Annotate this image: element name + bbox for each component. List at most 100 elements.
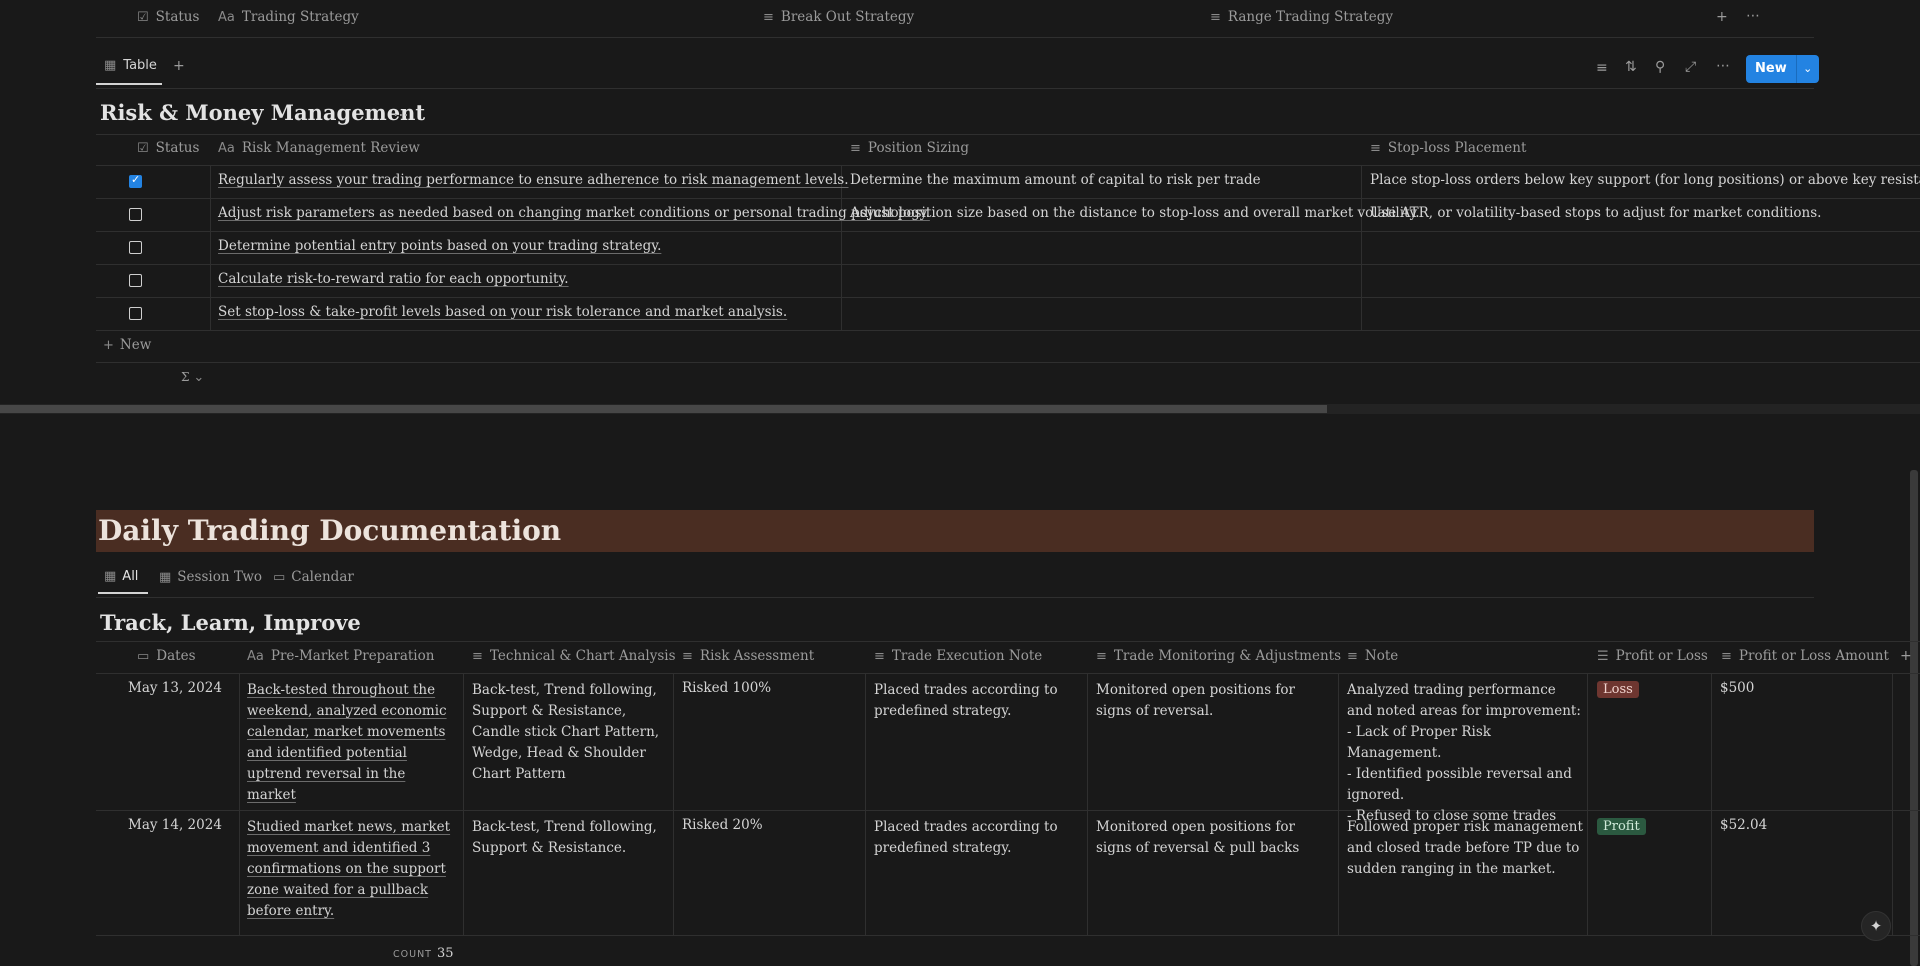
sort-icon[interactable]: ⇅ bbox=[1625, 59, 1637, 75]
daily-section-title: Track, Learn, Improve bbox=[100, 610, 361, 635]
daily-banner-title: Daily Trading Documentation bbox=[98, 514, 562, 547]
lines-property-icon: ≡ bbox=[1370, 140, 1381, 156]
calendar-icon: ▭ bbox=[273, 569, 286, 585]
col-dates[interactable]: ▭ Dates bbox=[137, 648, 196, 664]
col-border bbox=[1338, 673, 1339, 935]
pre-market-cell[interactable]: Studied market news, market movement and… bbox=[247, 817, 457, 922]
row-checkbox[interactable] bbox=[129, 307, 142, 320]
ai-assistant-button[interactable]: ✦ bbox=[1861, 911, 1891, 941]
add-property-icon[interactable]: + bbox=[1716, 9, 1728, 25]
risk-assessment-cell[interactable]: Risked 100% bbox=[682, 680, 771, 696]
more-icon[interactable]: ⋯ bbox=[1746, 8, 1760, 24]
risk-review-cell[interactable]: Regularly assess your trading performanc… bbox=[218, 172, 848, 188]
position-sizing-cell[interactable]: Adjust position size based on the distan… bbox=[850, 205, 1420, 221]
pre-market-cell[interactable]: Back-tested throughout the weekend, anal… bbox=[247, 680, 457, 806]
col-stoploss[interactable]: ≡ Stop-loss Placement bbox=[1370, 140, 1526, 156]
row-checkbox[interactable] bbox=[129, 241, 142, 254]
trade-execution-cell[interactable]: Placed trades according to predefined st… bbox=[874, 680, 1074, 722]
row-border bbox=[96, 231, 1920, 232]
filter-icon[interactable]: ≡ bbox=[1596, 60, 1608, 76]
col-border bbox=[1587, 673, 1588, 935]
col-status[interactable]: ☑ Status bbox=[137, 140, 199, 156]
tab-table[interactable]: ▦ Table bbox=[104, 58, 157, 73]
tab-session-two[interactable]: ▦ Session Two bbox=[159, 569, 262, 585]
top-trading-strategy-header[interactable]: Aa Trading Strategy bbox=[218, 9, 359, 25]
risk-section-title: Risk & Money Management bbox=[100, 100, 426, 125]
risk-review-cell[interactable]: Set stop-loss & take-profit levels based… bbox=[218, 304, 787, 320]
count-footer[interactable]: COUNT 35 bbox=[393, 946, 454, 961]
note-cell[interactable]: Analyzed trading performance and noted a… bbox=[1347, 680, 1583, 827]
top-range-header[interactable]: ≡ Range Trading Strategy bbox=[1210, 9, 1393, 25]
new-row-button[interactable]: + New bbox=[103, 337, 151, 353]
calendar-icon: ▭ bbox=[137, 648, 150, 664]
lines-property-icon: ≡ bbox=[682, 648, 693, 664]
row-border bbox=[96, 297, 1920, 298]
col-technical[interactable]: ≡ Technical & Chart Analysis bbox=[472, 648, 676, 664]
col-border bbox=[1361, 165, 1362, 330]
technical-cell[interactable]: Back-test, Trend following, Support & Re… bbox=[472, 680, 672, 785]
table-icon: ▦ bbox=[104, 569, 117, 584]
tab-all[interactable]: ▦ All bbox=[104, 569, 138, 584]
calculate-menu[interactable]: Σ ⌄ bbox=[181, 370, 204, 384]
note-cell[interactable]: Followed proper risk management and clos… bbox=[1347, 817, 1583, 880]
col-profit-loss-amount[interactable]: ≡ Profit or Loss Amount bbox=[1721, 648, 1889, 664]
risk-review-cell[interactable]: Calculate risk-to-reward ratio for each … bbox=[218, 271, 569, 287]
col-border bbox=[1892, 673, 1893, 935]
lines-property-icon: ≡ bbox=[472, 648, 483, 664]
top-breakout-header[interactable]: ≡ Break Out Strategy bbox=[763, 9, 914, 25]
trade-monitoring-cell[interactable]: Monitored open positions for signs of re… bbox=[1096, 680, 1332, 722]
risk-review-cell[interactable]: Adjust risk parameters as needed based o… bbox=[218, 205, 930, 221]
top-status-header[interactable]: ☑ Status bbox=[137, 9, 199, 25]
search-icon[interactable]: ⚲ bbox=[1655, 59, 1665, 75]
col-position-sizing[interactable]: ≡ Position Sizing bbox=[850, 140, 969, 156]
section-more-icon[interactable]: ⋯ bbox=[393, 105, 409, 124]
col-trade-execution[interactable]: ≡ Trade Execution Note bbox=[874, 648, 1042, 664]
row-checkbox[interactable] bbox=[129, 208, 142, 221]
row-checkbox[interactable] bbox=[129, 274, 142, 287]
stoploss-cell[interactable]: Place stop-loss orders below key support… bbox=[1370, 172, 1920, 188]
lines-property-icon: ≡ bbox=[1096, 648, 1107, 664]
lines-property-icon: ≡ bbox=[874, 648, 885, 664]
trade-monitoring-cell[interactable]: Monitored open positions for signs of re… bbox=[1096, 817, 1332, 859]
profit-tag[interactable]: Profit bbox=[1597, 818, 1646, 835]
risk-assessment-cell[interactable]: Risked 20% bbox=[682, 817, 763, 833]
col-border bbox=[673, 673, 674, 935]
text-property-icon: Aa bbox=[247, 648, 264, 664]
col-trade-monitoring[interactable]: ≡ Trade Monitoring & Adjustments bbox=[1096, 648, 1341, 664]
col-border bbox=[841, 165, 842, 330]
vertical-scrollbar-thumb[interactable] bbox=[1910, 470, 1918, 966]
col-risk-review[interactable]: Aa Risk Management Review bbox=[218, 140, 420, 156]
daily-banner: Daily Trading Documentation bbox=[96, 510, 1814, 552]
new-button[interactable]: New bbox=[1746, 55, 1796, 83]
col-pre-market[interactable]: Aa Pre-Market Preparation bbox=[247, 648, 434, 664]
col-note[interactable]: ≡ Note bbox=[1347, 648, 1398, 664]
expand-icon[interactable]: ⤢ bbox=[1685, 59, 1696, 75]
technical-cell[interactable]: Back-test, Trend following, Support & Re… bbox=[472, 817, 672, 859]
col-risk-assessment[interactable]: ≡ Risk Assessment bbox=[682, 648, 814, 664]
new-dropdown-chevron-icon[interactable]: ⌄ bbox=[1795, 55, 1819, 83]
position-sizing-cell[interactable]: Determine the maximum amount of capital … bbox=[850, 172, 1261, 188]
risk-review-cell[interactable]: Determine potential entry points based o… bbox=[218, 238, 661, 254]
date-cell[interactable]: May 14, 2024 bbox=[128, 817, 222, 833]
horizontal-scrollbar-thumb[interactable] bbox=[0, 405, 1327, 413]
list-property-icon: ☰ bbox=[1597, 648, 1609, 664]
view-more-icon[interactable]: ⋯ bbox=[1716, 58, 1730, 74]
add-view-icon[interactable]: + bbox=[173, 58, 185, 74]
trade-execution-cell[interactable]: Placed trades according to predefined st… bbox=[874, 817, 1074, 859]
amount-cell[interactable]: $500 bbox=[1720, 680, 1754, 696]
col-border bbox=[865, 673, 866, 935]
add-property-icon[interactable]: + bbox=[1900, 648, 1912, 664]
text-property-icon: Aa bbox=[218, 140, 235, 156]
row-border bbox=[96, 362, 1920, 363]
table-icon: ▦ bbox=[104, 58, 117, 73]
tab-calendar[interactable]: ▭ Calendar bbox=[273, 569, 354, 585]
loss-tag[interactable]: Loss bbox=[1597, 681, 1639, 698]
date-cell[interactable]: May 13, 2024 bbox=[128, 680, 222, 696]
stoploss-cell[interactable]: Use ATR, or volatility-based stops to ad… bbox=[1370, 205, 1821, 221]
amount-cell[interactable]: $52.04 bbox=[1720, 817, 1767, 833]
col-profit-or-loss[interactable]: ☰ Profit or Loss bbox=[1597, 648, 1708, 664]
col-border bbox=[1711, 673, 1712, 935]
row-checkbox[interactable] bbox=[129, 173, 142, 188]
col-border bbox=[463, 673, 464, 935]
sparkle-icon: ✦ bbox=[1869, 917, 1883, 935]
